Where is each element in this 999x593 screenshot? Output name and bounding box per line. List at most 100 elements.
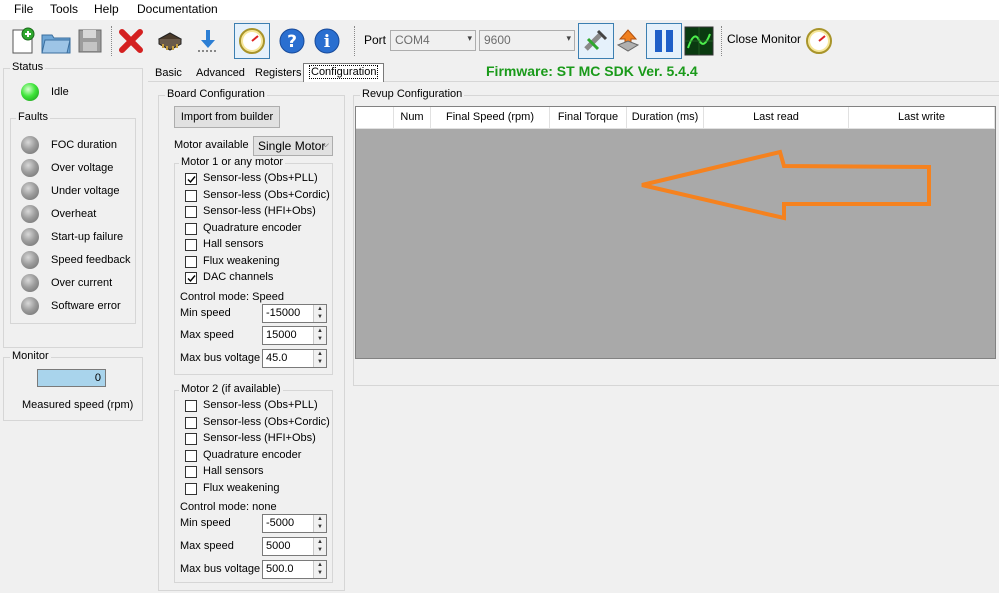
motor2-option-label[interactable]: Sensor-less (Obs+PLL) [203, 399, 318, 411]
table-header-final-speed[interactable]: Final Speed (rpm) [431, 107, 550, 129]
motor1-option-label[interactable]: Hall sensors [203, 238, 264, 250]
motor1-option-label[interactable]: Quadrature encoder [203, 222, 301, 234]
connect-plug-icon[interactable] [578, 23, 614, 59]
help-icon[interactable]: ? [274, 23, 310, 59]
baud-select[interactable]: 9600 ▾ [479, 30, 575, 51]
spinner-arrows-icon[interactable]: ▲ ▼ [313, 305, 326, 322]
motor1-control-mode: Control mode: Speed [180, 291, 284, 303]
motor1-checkbox[interactable] [185, 173, 197, 185]
table-header-last-write[interactable]: Last write [849, 107, 995, 129]
spinner-arrows-icon[interactable]: ▲ ▼ [313, 327, 326, 344]
menu-bar: File Tools Help Documentation [0, 0, 999, 20]
spinner-arrows-icon[interactable]: ▲ ▼ [313, 538, 326, 555]
motor1-min-speed-value: -15000 [266, 307, 301, 319]
table-header-num[interactable]: Num [394, 107, 431, 129]
motor2-title: Motor 2 (if available) [179, 383, 283, 395]
tab-configuration[interactable]: Configuration [303, 63, 385, 82]
motor2-control-mode: Control mode: none [180, 501, 277, 513]
motor2-checkbox[interactable] [185, 433, 197, 445]
motor1-checkbox[interactable] [185, 272, 197, 284]
chip-icon[interactable] [152, 23, 188, 59]
board-config-title: Board Configuration [165, 88, 267, 100]
delete-icon[interactable] [113, 23, 149, 59]
gauge-icon[interactable] [801, 23, 837, 59]
upload-icon[interactable] [610, 23, 646, 59]
motor1-checkbox[interactable] [185, 222, 197, 235]
oscilloscope-icon[interactable] [681, 23, 717, 59]
motor1-min-speed-input[interactable]: -15000 ▲ ▼ [262, 304, 327, 323]
toolbar-separator [354, 26, 355, 56]
menu-documentation[interactable]: Documentation [137, 2, 218, 16]
motor1-max-bus-input[interactable]: 45.0 ▲ ▼ [262, 349, 327, 368]
motor1-checkbox[interactable] [185, 239, 197, 251]
new-file-icon[interactable] [4, 23, 40, 59]
motor2-option-label[interactable]: Sensor-less (Obs+Cordic) [203, 416, 330, 428]
motor2-max-bus-label: Max bus voltage [180, 563, 261, 575]
open-folder-icon[interactable] [38, 23, 74, 59]
fault-led-icon [21, 205, 39, 223]
motor2-option-label[interactable]: Flux weakening [203, 482, 279, 494]
tab-advanced[interactable]: Advanced [191, 65, 250, 82]
fault-label: Start-up failure [51, 231, 124, 243]
motor1-option-label[interactable]: Sensor-less (Obs+PLL) [203, 172, 318, 184]
motor2-checkbox[interactable] [185, 449, 197, 462]
port-select[interactable]: COM4 ▾ [390, 30, 476, 51]
info-icon[interactable]: i [309, 23, 345, 59]
tab-configuration-label: Configuration [309, 65, 379, 79]
motor-available-select[interactable]: Single Motor ⌵ [253, 136, 333, 156]
pause-icon[interactable] [646, 23, 682, 59]
faults-title: Faults [16, 111, 50, 123]
fault-led-icon [21, 182, 39, 200]
motor1-option-label[interactable]: DAC channels [203, 271, 273, 283]
table-header-last-read[interactable]: Last read [704, 107, 849, 129]
toolbar-separator [721, 26, 722, 56]
fault-label: Under voltage [51, 185, 120, 197]
measured-speed-caption: Measured speed (rpm) [22, 399, 134, 411]
menu-tools[interactable]: Tools [50, 2, 78, 16]
motor2-checkbox[interactable] [185, 416, 197, 429]
annotation-arrow-icon [641, 149, 931, 221]
motor1-option-label[interactable]: Flux weakening [203, 255, 279, 267]
fault-label: Speed feedback [51, 254, 131, 266]
motor2-checkbox[interactable] [185, 466, 197, 478]
menu-help[interactable]: Help [94, 2, 119, 16]
status-title: Status [10, 61, 46, 73]
fault-led-icon [21, 274, 39, 292]
motor2-option-label[interactable]: Sensor-less (HFI+Obs) [203, 432, 316, 444]
motor2-checkbox[interactable] [185, 400, 197, 412]
motor1-checkbox[interactable] [185, 206, 197, 218]
motor2-max-speed-input[interactable]: 5000 ▲ ▼ [262, 537, 327, 556]
motor2-checkbox[interactable] [185, 482, 197, 495]
motor1-option-label[interactable]: Sensor-less (Obs+Cordic) [203, 189, 330, 201]
motor1-checkbox[interactable] [185, 189, 197, 202]
table-header-final-torque[interactable]: Final Torque [550, 107, 627, 129]
motor2-max-bus-input[interactable]: 500.0 ▲ ▼ [262, 560, 327, 579]
motor2-max-speed-value: 5000 [266, 540, 291, 552]
motor2-option-label[interactable]: Hall sensors [203, 465, 264, 477]
gauge-icon[interactable] [234, 23, 270, 59]
checkmark-icon [187, 275, 196, 283]
chevron-down-icon: ▾ [467, 33, 472, 43]
close-monitor-label[interactable]: Close Monitor [727, 32, 801, 46]
save-icon[interactable] [72, 23, 108, 59]
toolbar: ? i Port COM4 ▾ 9600 ▾ Close Monitor [0, 20, 999, 62]
fault-led-icon [21, 251, 39, 269]
toolbar-separator [111, 26, 112, 56]
download-icon[interactable] [190, 23, 226, 59]
tab-basic[interactable]: Basic [150, 65, 187, 82]
motor1-checkbox[interactable] [185, 255, 197, 268]
spinner-arrows-icon[interactable]: ▲ ▼ [313, 561, 326, 578]
spinner-arrows-icon[interactable]: ▲ ▼ [313, 515, 326, 532]
fault-led-icon [21, 228, 39, 246]
motor1-option-label[interactable]: Sensor-less (HFI+Obs) [203, 205, 316, 217]
motor1-max-bus-value: 45.0 [266, 352, 288, 364]
import-from-builder-button[interactable]: Import from builder [174, 106, 280, 128]
table-header-duration[interactable]: Duration (ms) [627, 107, 704, 129]
spinner-arrows-icon[interactable]: ▲ ▼ [313, 350, 326, 367]
motor2-min-speed-input[interactable]: -5000 ▲ ▼ [262, 514, 327, 533]
revup-table[interactable]: Num Final Speed (rpm) Final Torque Durat… [355, 106, 996, 359]
menu-file[interactable]: File [14, 2, 33, 16]
motor1-max-speed-input[interactable]: 15000 ▲ ▼ [262, 326, 327, 345]
tab-registers[interactable]: Registers [250, 65, 306, 82]
motor2-option-label[interactable]: Quadrature encoder [203, 449, 301, 461]
